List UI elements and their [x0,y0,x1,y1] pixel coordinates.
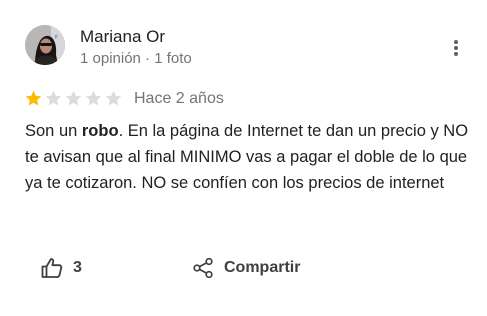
more-options-button[interactable] [442,34,470,62]
author-name[interactable]: Mariana Or [80,27,165,47]
author-meta: 1 opinión · 1 foto [80,50,192,67]
share-button[interactable]: Compartir [192,255,300,281]
star-empty-icon [65,90,82,106]
thumbs-up-icon [41,258,63,278]
review-time: Hace 2 años [134,90,224,107]
share-icon [193,257,213,279]
star-rating [24,89,123,108]
avatar[interactable]: ᵝ [25,25,65,65]
share-label: Compartir [224,259,301,276]
like-button[interactable]: 3 [40,255,82,281]
star-empty-icon [45,90,62,106]
profile-photo-icon: ᵝ [25,25,65,65]
like-count: 3 [73,259,82,276]
more-vert-icon [454,40,458,56]
svg-text:ᵝ: ᵝ [55,34,58,42]
review-text-bold: robo [81,122,119,140]
star-empty-icon [85,90,102,106]
review-text-part1: Son un [25,122,82,140]
star-filled-icon [25,90,42,106]
review-text: Son un robo. En la página de Internet te… [25,118,475,196]
star-empty-icon [105,90,122,106]
